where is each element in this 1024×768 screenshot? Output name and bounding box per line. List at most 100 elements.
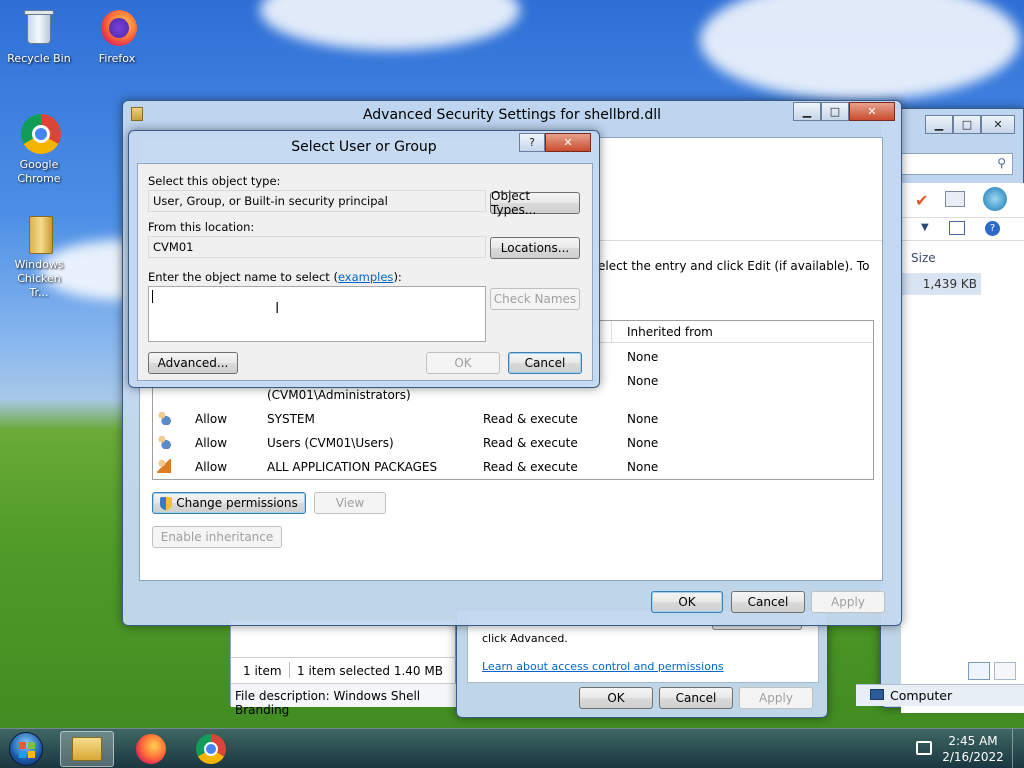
entry-access: Read & execute bbox=[483, 460, 578, 474]
check-names-button[interactable]: Check Names bbox=[490, 288, 580, 310]
close-icon[interactable]: ✕ bbox=[981, 115, 1015, 134]
object-type-field: User, Group, or Built-in security princi… bbox=[148, 190, 486, 212]
window-controls: ▁ □ ✕ bbox=[925, 115, 1015, 134]
desktop-icon-label: Firefox bbox=[98, 52, 136, 65]
location-label: From this location: bbox=[148, 220, 255, 234]
file-size: 1,439 KB bbox=[922, 277, 977, 291]
entry-principal: Users (CVM01\Users) bbox=[267, 436, 394, 450]
taskbar-chrome[interactable] bbox=[184, 731, 238, 767]
advanced-cancel-button[interactable]: Cancel bbox=[731, 591, 805, 613]
minimize-icon[interactable]: ▁ bbox=[925, 115, 953, 134]
desktop-icon-recycle-bin[interactable]: Recycle Bin bbox=[4, 8, 74, 66]
dialog-advanced-button[interactable]: Advanced... bbox=[148, 352, 238, 374]
clock[interactable]: 2:45 AM 2/16/2022 bbox=[940, 733, 1006, 765]
minimize-icon[interactable]: ▁ bbox=[793, 102, 821, 121]
dialog-content: Select this object type: User, Group, or… bbox=[137, 163, 593, 381]
cloud bbox=[260, 0, 520, 50]
folder-icon bbox=[19, 214, 59, 254]
checkmark-icon: ✔ bbox=[915, 191, 929, 210]
divider bbox=[289, 662, 290, 678]
object-name-input[interactable]: I bbox=[148, 286, 486, 342]
properties-ok-button[interactable]: OK bbox=[579, 687, 653, 709]
properties-window: click Advanced. Learn about access contr… bbox=[456, 610, 828, 718]
advanced-apply-button[interactable]: Apply bbox=[811, 591, 885, 613]
cloud bbox=[700, 0, 1020, 100]
column-inherited-from[interactable]: Inherited from bbox=[627, 325, 713, 339]
locations-button[interactable]: Locations... bbox=[490, 237, 580, 259]
object-types-button[interactable]: Object Types... bbox=[490, 189, 580, 217]
computer-icon bbox=[870, 689, 884, 700]
entry-inherited: None bbox=[627, 350, 659, 364]
enable-inheritance-button[interactable]: Enable inheritance bbox=[152, 526, 282, 548]
close-icon[interactable]: ✕ bbox=[545, 133, 591, 152]
search-icon: ⚲ bbox=[997, 156, 1006, 170]
desktop-icon-chrome[interactable]: Google Chrome bbox=[4, 114, 74, 186]
desktop-icon-label: Google Chrome bbox=[17, 158, 61, 185]
desktop-icon-folder[interactable]: Windows Chicken Tr... bbox=[4, 214, 74, 300]
change-permissions-label: Change permissions bbox=[176, 496, 298, 510]
search-input[interactable]: ⚲ bbox=[901, 153, 1013, 175]
entry-type: Allow bbox=[195, 460, 228, 474]
globe-icon bbox=[983, 187, 1007, 211]
object-name-label-text: Enter the object name to select ( bbox=[148, 270, 338, 284]
firefox-icon bbox=[136, 734, 166, 764]
start-button[interactable] bbox=[0, 731, 52, 767]
desktop-icon-firefox[interactable]: Firefox bbox=[82, 8, 152, 66]
taskbar-explorer[interactable] bbox=[60, 731, 114, 767]
divider bbox=[611, 321, 612, 343]
folder-icon bbox=[72, 737, 102, 761]
explorer-toolbar: ▼ ? bbox=[901, 217, 1024, 241]
network-icon[interactable] bbox=[916, 741, 932, 755]
chrome-icon bbox=[196, 734, 226, 764]
select-user-group-dialog: Select User or Group ? ✕ Select this obj… bbox=[128, 130, 600, 388]
help-icon-glyph: ? bbox=[529, 136, 535, 149]
examples-link[interactable]: examples bbox=[338, 270, 394, 284]
object-type-label: Select this object type: bbox=[148, 174, 281, 188]
help-icon[interactable]: ? bbox=[519, 133, 545, 152]
window-title: Advanced Security Settings for shellbrd.… bbox=[362, 107, 662, 123]
permission-row[interactable]: Allow ALL APPLICATION PACKAGES Read & ex… bbox=[153, 455, 873, 479]
pane-icon[interactable] bbox=[949, 221, 965, 235]
help-icon[interactable]: ? bbox=[985, 221, 1000, 236]
status-bar: 1 item 1 item selected 1.40 MB bbox=[231, 657, 457, 679]
show-desktop-button[interactable] bbox=[1012, 729, 1024, 768]
permission-row[interactable]: Allow SYSTEM Read & execute None bbox=[153, 407, 873, 431]
close-icon[interactable]: ✕ bbox=[849, 102, 895, 121]
object-name-label-end: ): bbox=[393, 270, 402, 284]
taskbar-firefox[interactable] bbox=[124, 731, 178, 767]
permission-row[interactable]: Allow Users (CVM01\Users) Read & execute… bbox=[153, 431, 873, 455]
card-icon bbox=[945, 191, 965, 207]
selected-file-row[interactable]: 1,439 KB bbox=[901, 273, 981, 295]
dialog-window-controls: ? ✕ bbox=[519, 133, 591, 152]
size-column-header[interactable]: Size bbox=[911, 251, 936, 265]
maximize-icon[interactable]: □ bbox=[821, 102, 849, 121]
properties-security-tab: click Advanced. Learn about access contr… bbox=[467, 617, 819, 683]
instruction-text: elect the entry and click Edit (if avail… bbox=[598, 259, 870, 273]
advanced-ok-button[interactable]: OK bbox=[651, 591, 723, 613]
dialog-title: Select User or Group bbox=[291, 139, 437, 155]
learn-access-control-link[interactable]: Learn about access control and permissio… bbox=[482, 660, 724, 673]
taskbar: 2:45 AM 2/16/2022 bbox=[0, 728, 1024, 768]
chrome-icon bbox=[19, 114, 61, 154]
entry-principal: ALL APPLICATION PACKAGES bbox=[267, 460, 438, 474]
properties-apply-button[interactable]: Apply bbox=[739, 687, 813, 709]
status-item-count: 1 item bbox=[243, 664, 282, 678]
entry-type: Allow bbox=[195, 412, 228, 426]
dialog-cancel-button[interactable]: Cancel bbox=[508, 352, 582, 374]
clock-date: 2/16/2022 bbox=[942, 750, 1004, 764]
tiles-view-icon[interactable] bbox=[994, 662, 1016, 680]
entry-type: Allow bbox=[195, 436, 228, 450]
view-button[interactable]: View bbox=[314, 492, 386, 514]
change-permissions-button[interactable]: Change permissions bbox=[152, 492, 306, 514]
chevron-down-icon[interactable]: ▼ bbox=[921, 222, 929, 233]
entry-inherited: None bbox=[627, 412, 659, 426]
dialog-ok-button[interactable]: OK bbox=[426, 352, 500, 374]
i-beam-cursor-icon: I bbox=[275, 299, 280, 317]
details-pane: File description: Windows Shell Branding bbox=[231, 683, 457, 717]
details-view-icon[interactable] bbox=[968, 662, 990, 680]
maximize-icon[interactable]: □ bbox=[953, 115, 981, 134]
properties-cancel-button[interactable]: Cancel bbox=[659, 687, 733, 709]
status-selected: 1 item selected 1.40 MB bbox=[297, 664, 443, 678]
text-caret bbox=[152, 290, 153, 303]
advanced-security-titlebar[interactable]: Advanced Security Settings for shellbrd.… bbox=[123, 101, 901, 129]
